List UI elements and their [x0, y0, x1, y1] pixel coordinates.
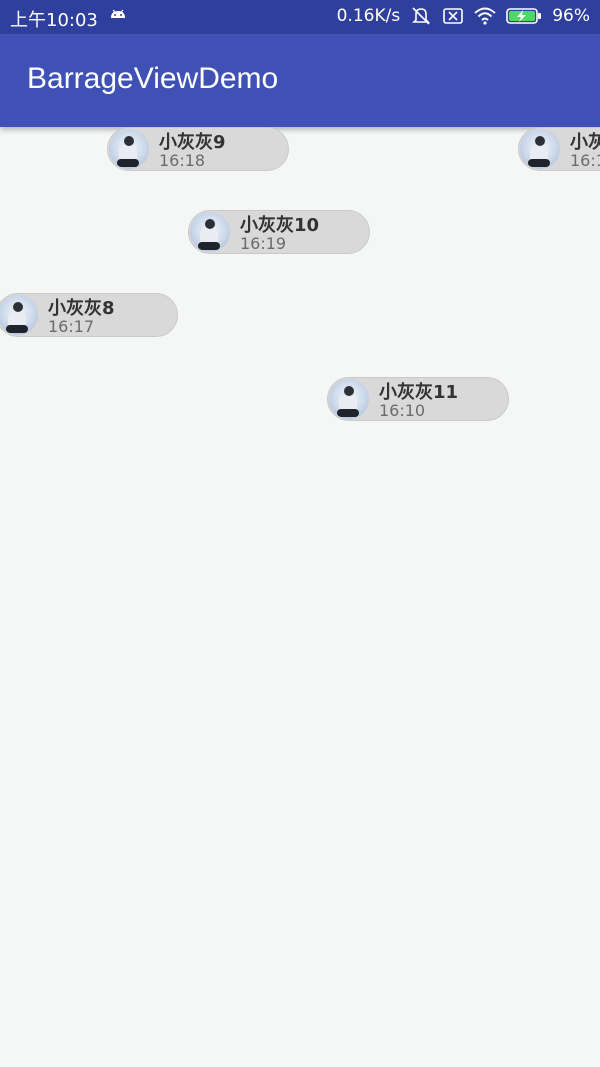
- app-bar: BarrageViewDemo: [0, 34, 600, 127]
- sim-x-icon: [443, 8, 464, 24]
- status-right: 0.16K/s 96%: [337, 6, 590, 26]
- barrage-item[interactable]: 小灰灰8 16:17: [0, 293, 178, 337]
- barrage-view: 小灰灰9 16:18 小灰 16:1 小灰灰10 16:19 小灰灰8 16:1…: [0, 127, 600, 1067]
- avatar: [520, 129, 560, 169]
- barrage-item[interactable]: 小灰灰11 16:10: [327, 377, 509, 421]
- barrage-time: 16:18: [159, 151, 206, 170]
- mute-icon: [412, 7, 431, 25]
- barrage-time: 16:10: [379, 401, 426, 420]
- net-speed: 0.16K/s: [336, 6, 401, 26]
- battery-charging-icon: [506, 8, 542, 24]
- avatar: [0, 295, 38, 335]
- avatar: [329, 379, 369, 419]
- barrage-time: 16:19: [240, 234, 287, 253]
- avatar: [190, 212, 230, 252]
- status-bar: 上午10:03 0.16K/s 96%: [0, 0, 600, 34]
- avatar: [109, 129, 149, 169]
- barrage-item[interactable]: 小灰 16:1: [518, 127, 600, 171]
- battery-percent: 96%: [552, 6, 590, 26]
- barrage-item[interactable]: 小灰灰10 16:19: [188, 210, 370, 254]
- barrage-item[interactable]: 小灰灰9 16:18: [107, 127, 289, 171]
- wifi-icon: [474, 7, 496, 25]
- barrage-time: 16:1: [570, 151, 600, 170]
- status-time: 上午10:03: [10, 10, 98, 31]
- app-title: BarrageViewDemo: [27, 62, 279, 95]
- barrage-time: 16:17: [48, 317, 95, 336]
- android-icon: [111, 9, 125, 18]
